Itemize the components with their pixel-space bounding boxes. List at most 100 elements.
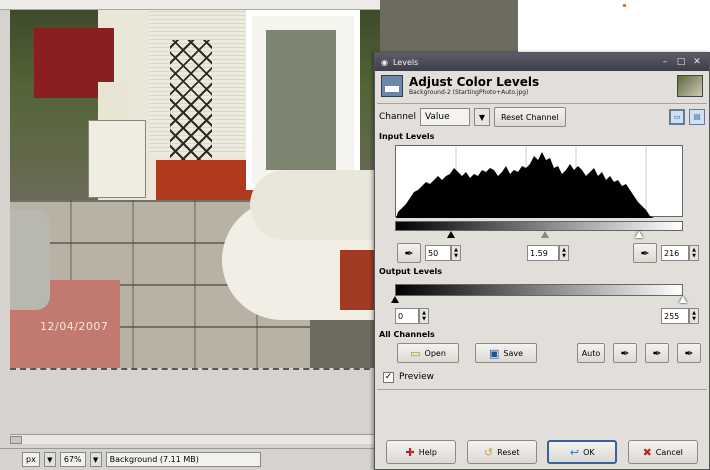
black-eyedropper-icon[interactable]: ✒: [397, 243, 421, 263]
linear-histogram-icon[interactable]: ▭: [669, 109, 685, 125]
auto-button[interactable]: Auto: [577, 343, 605, 363]
dialog-titlebar[interactable]: ◉ Levels – □ ✕: [375, 53, 709, 71]
photo-door-glass: [266, 30, 336, 170]
horizontal-ruler: [0, 0, 380, 10]
log-histogram-icon[interactable]: ▤: [689, 109, 705, 125]
divider: [377, 389, 707, 390]
background-window-photo: [380, 0, 518, 60]
channel-label: Channel: [379, 112, 416, 122]
preview-checkbox[interactable]: ✓: [383, 371, 394, 383]
gray-eyedropper-icon[interactable]: ✒: [645, 343, 669, 363]
all-channels-row: ▭ Open ▣ Save Auto ✒ ✒ ✒: [375, 341, 709, 367]
output-gradient: [395, 284, 683, 296]
lifebuoy-icon: ✚: [405, 445, 415, 459]
input-white-handle[interactable]: [634, 231, 643, 238]
canvas-empty-area: [10, 368, 380, 432]
help-button[interactable]: ✚ Help: [386, 440, 457, 464]
photo-urn: [10, 210, 50, 310]
chevron-down-icon[interactable]: ▼: [89, 452, 102, 467]
ok-arrow-icon: ↩: [569, 445, 580, 459]
status-value: Background (7.11 MB): [109, 455, 199, 464]
image-canvas[interactable]: 12/04/2007: [0, 0, 380, 445]
histogram-graph: [396, 146, 654, 218]
spin-arrows-icon[interactable]: ▲ ▼: [419, 308, 429, 324]
channel-value: Value: [424, 112, 450, 122]
reset-button[interactable]: ↺ Reset: [466, 440, 537, 464]
white-eyedropper-icon[interactable]: ✒: [677, 343, 701, 363]
spin-arrows-icon[interactable]: ▲ ▼: [689, 308, 699, 324]
photo-pot: [98, 82, 128, 118]
reset-icon: ↺: [483, 445, 494, 459]
reset-channel-button[interactable]: Reset Channel: [493, 107, 566, 127]
histogram: [395, 145, 683, 218]
input-gamma-field[interactable]: 1.59: [527, 245, 559, 261]
all-channels-label: All Channels: [379, 330, 435, 339]
close-icon[interactable]: ✕: [691, 56, 703, 68]
output-high-field[interactable]: 255: [661, 308, 689, 324]
histogram-shape: [396, 152, 654, 218]
status-text: Background (7.11 MB): [105, 452, 261, 467]
spin-arrows-icon[interactable]: ▲ ▼: [689, 245, 699, 261]
preview-row: ✓ Preview: [375, 367, 709, 387]
zoom-value: 67%: [63, 455, 82, 464]
output-spin-row: 0 ▲ ▼ 255 ▲ ▼: [375, 304, 709, 328]
input-levels-label: Input Levels: [379, 132, 435, 141]
chevron-down-icon[interactable]: ▼: [473, 108, 490, 126]
reset-label: Reset: [497, 447, 520, 457]
save-button[interactable]: ▣ Save: [475, 343, 537, 363]
input-high-spinner[interactable]: 216 ▲ ▼: [661, 245, 699, 261]
spin-arrows-icon[interactable]: ▲ ▼: [559, 245, 569, 261]
photo-step-upper: [250, 170, 380, 240]
input-high-field[interactable]: 216: [661, 245, 689, 261]
folder-icon: ▭: [410, 346, 421, 360]
input-low-spinner[interactable]: 50 ▲ ▼: [425, 245, 461, 261]
output-white-handle[interactable]: [679, 296, 687, 303]
preview-label[interactable]: Preview: [399, 372, 434, 382]
ok-button[interactable]: ↩ OK: [547, 440, 618, 464]
output-low-spinner[interactable]: 0 ▲ ▼: [395, 308, 429, 324]
minimize-icon[interactable]: –: [659, 56, 671, 68]
floppy-icon: ▣: [488, 346, 500, 360]
dot-icon: [623, 4, 626, 7]
black-eyedropper-icon[interactable]: ✒: [613, 343, 637, 363]
open-label: Open: [424, 348, 446, 358]
open-button[interactable]: ▭ Open: [397, 343, 459, 363]
dialog-subheading: Background-2 (StartingPhoto+Auto.jpg): [409, 89, 529, 96]
spin-arrows-icon[interactable]: ▲ ▼: [451, 245, 461, 261]
dialog-header: Adjust Color Levels Background-2 (Starti…: [375, 71, 709, 103]
output-high-spinner[interactable]: 255 ▲ ▼: [661, 308, 699, 324]
save-label: Save: [503, 348, 524, 358]
levels-icon: [381, 75, 403, 97]
input-black-handle[interactable]: [447, 231, 456, 238]
input-low-field[interactable]: 50: [425, 245, 451, 261]
dialog-buttons: ✚ Help ↺ Reset ↩ OK ✖ Cancel: [375, 439, 709, 465]
horizontal-scrollbar[interactable]: [10, 434, 380, 444]
cancel-button[interactable]: ✖ Cancel: [627, 440, 698, 464]
channel-row: Channel Value ▼ Reset Channel ▭ ▤: [375, 104, 709, 130]
window-title: Levels: [392, 57, 419, 67]
image-thumbnail: [677, 75, 703, 97]
photo-cabinet: [88, 120, 146, 198]
input-markers[interactable]: [395, 231, 683, 241]
input-gamma-handle[interactable]: [541, 231, 550, 238]
unit-select[interactable]: px: [22, 452, 40, 467]
output-black-handle[interactable]: [391, 296, 399, 303]
white-eyedropper-icon[interactable]: ✒: [633, 243, 657, 263]
ok-label: OK: [583, 447, 595, 457]
output-levels-label: Output Levels: [379, 267, 443, 276]
output-low-field[interactable]: 0: [395, 308, 419, 324]
chevron-down-icon[interactable]: ▼: [43, 452, 56, 467]
dialog-heading: Adjust Color Levels: [409, 75, 540, 89]
photo: 12/04/2007: [10, 10, 380, 368]
screen: 12/04/2007 px ▼ 67% ▼ Background (7.11 M…: [0, 0, 710, 470]
input-spin-row: ✒ 50 ▲ ▼ 1.59 ▲ ▼ ✒ 216 ▲ ▼: [375, 241, 709, 265]
cancel-icon: ✖: [642, 445, 652, 459]
status-bar: px ▼ 67% ▼ Background (7.11 MB): [0, 448, 380, 470]
maximize-icon[interactable]: □: [675, 56, 687, 68]
cancel-label: Cancel: [655, 447, 683, 457]
scrollbar-thumb[interactable]: [10, 436, 22, 444]
output-markers[interactable]: [391, 296, 687, 304]
input-gamma-spinner[interactable]: 1.59 ▲ ▼: [527, 245, 569, 261]
channel-select[interactable]: Value: [419, 108, 470, 126]
zoom-select[interactable]: 67%: [59, 452, 86, 467]
